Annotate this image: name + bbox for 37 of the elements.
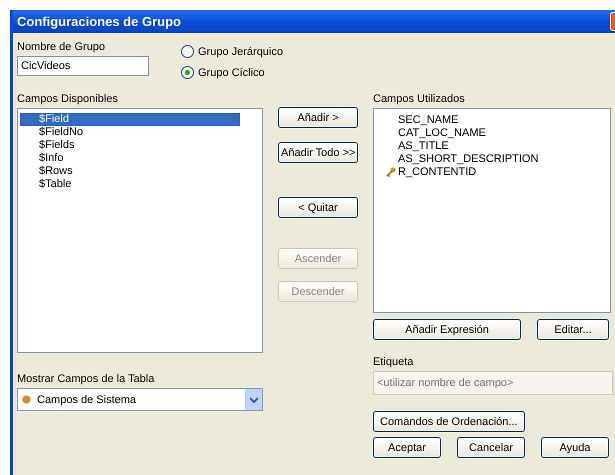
radio-label: Grupo Cíclico: [198, 66, 265, 78]
list-item[interactable]: SEC_NAME: [398, 114, 459, 126]
list-item[interactable]: $Fields: [20, 139, 240, 152]
list-item[interactable]: $FieldNo: [20, 126, 240, 139]
list-label: Campos Disponibles: [17, 93, 119, 105]
input-field[interactable]: CicVideos: [17, 56, 149, 76]
list-box[interactable]: $Field $FieldNo $Fields $Info $Rows $Table: [17, 108, 263, 353]
key-icon: [386, 166, 396, 176]
radio-button[interactable]: [181, 45, 194, 58]
chevron-icon: [250, 396, 258, 402]
circle-icon: [22, 395, 31, 404]
list-item[interactable]: R_CONTENTID: [398, 166, 476, 178]
field-label: Mostrar Campos de la Tabla: [17, 373, 156, 385]
field-label: Nombre de Grupo: [17, 41, 106, 53]
add-expression-button[interactable]: Añadir Expresión: [373, 319, 521, 340]
move-button[interactable]: Añadir >: [278, 107, 358, 128]
list-item[interactable]: $Field: [20, 113, 240, 126]
list-item[interactable]: AS_SHORT_DESCRIPTION: [398, 152, 538, 164]
list-item[interactable]: CAT_LOC_NAME: [398, 126, 486, 138]
move-button[interactable]: < Quitar: [278, 197, 358, 218]
list-label: Campos Utilizados: [373, 93, 466, 105]
radio-label: Grupo Jerárquico: [198, 46, 283, 58]
list-item[interactable]: $Table: [20, 178, 240, 191]
edit-button[interactable]: Editar...: [537, 319, 609, 340]
list-item[interactable]: $Info: [20, 152, 240, 165]
sort-commands-button[interactable]: Comandos de Ordenación...: [373, 411, 525, 432]
radio-button[interactable]: [181, 66, 194, 79]
dialog-button[interactable]: Aceptar: [373, 437, 441, 458]
field-label: Etiqueta: [373, 356, 414, 368]
dialog-button[interactable]: Cancelar: [457, 437, 525, 458]
list-box[interactable]: SEC_NAME CAT_LOC_NAME AS_TITLE AS_SHORT_DESCRIPTION R_CONTENTID: [373, 108, 611, 313]
list-item[interactable]: $Rows: [20, 165, 240, 178]
window-title: Configuraciones de Grupo: [16, 14, 181, 29]
dropdown[interactable]: Campos de Sistema: [17, 388, 263, 411]
move-button[interactable]: Añadir Todo >>: [278, 142, 358, 163]
list-item[interactable]: AS_TITLE: [398, 140, 449, 152]
dialog-button[interactable]: Ayuda: [541, 437, 609, 458]
